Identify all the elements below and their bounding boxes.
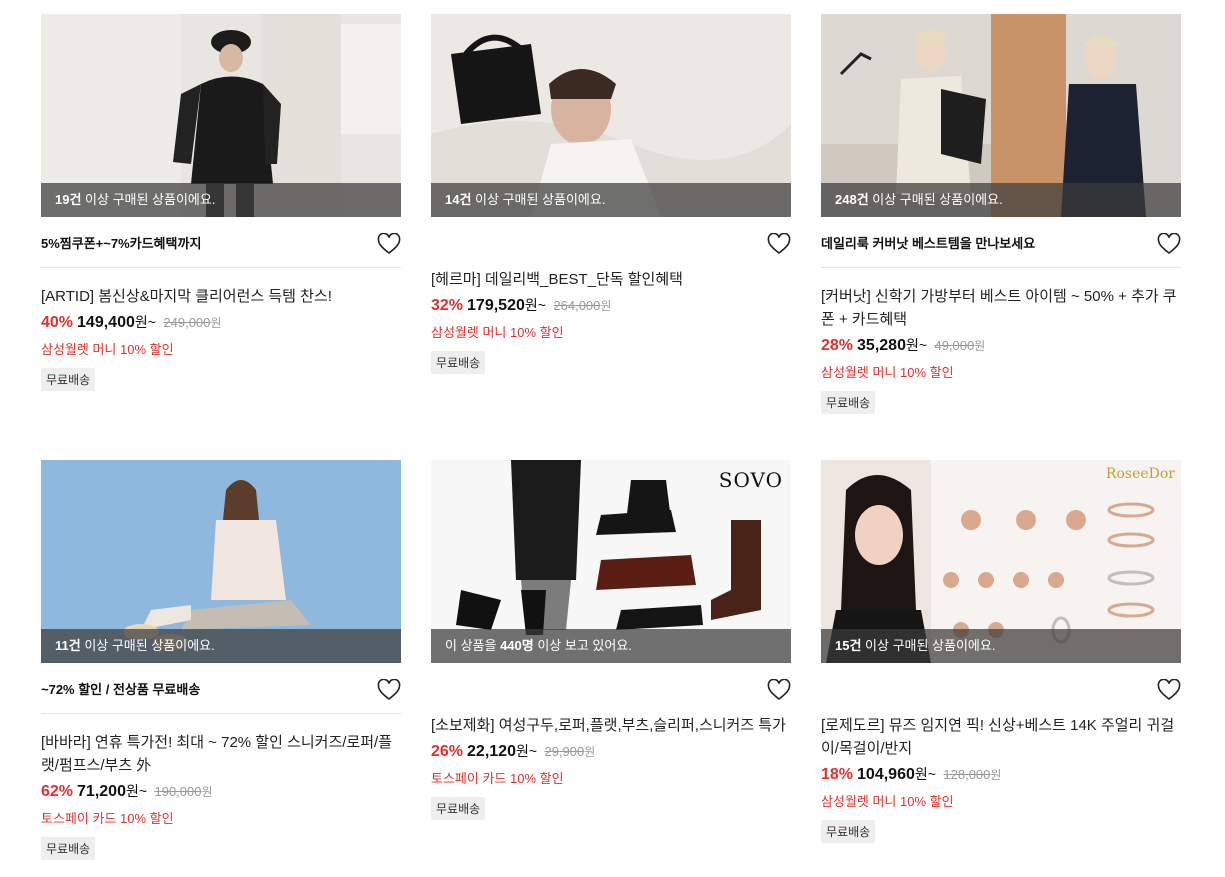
- divider: [41, 713, 401, 714]
- product-image[interactable]: RoseeDor 15건 이상 구매된 상품이에요.: [821, 460, 1181, 663]
- payment-benefit: 삼성월렛 머니 10% 할인: [821, 794, 954, 809]
- original-price: 29,900: [544, 744, 585, 759]
- payment-benefit: 토스페이 카드 10% 할인: [41, 811, 174, 826]
- brand-logo: SOVO: [718, 468, 783, 492]
- discount-rate: 18%: [821, 766, 854, 783]
- product-title[interactable]: [로제도르] 뮤즈 임지연 픽! 신상+베스트 14K 주얼리 귀걸이/목걸이/…: [821, 714, 1181, 760]
- divider: [41, 267, 401, 268]
- heart-outline-icon[interactable]: [767, 679, 791, 701]
- discount-rate: 26%: [431, 743, 464, 760]
- sale-price: 35,280: [857, 337, 906, 354]
- sale-price: 149,400: [77, 314, 135, 331]
- free-shipping-tag: 무료배송: [41, 368, 96, 391]
- sale-price: 22,120: [467, 743, 516, 760]
- product-image[interactable]: 14건 이상 구매된 상품이에요.: [431, 14, 791, 217]
- promo-text: 데일리룩 커버낫 베스트템을 만나보세요: [821, 236, 1036, 251]
- price-line: 26% 22,120원~ 29,900원: [431, 743, 596, 760]
- payment-benefit: 삼성월렛 머니 10% 할인: [431, 325, 564, 340]
- price-line: 62% 71,200원~ 190,000원: [41, 783, 213, 800]
- original-price: 190,000: [154, 784, 202, 799]
- promo-text: 5%찜쿠폰+~7%카드혜택까지: [41, 236, 202, 251]
- product-title[interactable]: [커버낫] 신학기 가방부터 베스트 아이템 ~ 50% + 추가 쿠폰 + 카…: [821, 285, 1181, 331]
- product-card[interactable]: SOVO 이 상품을 440명 이상 보고 있어요. [소보제화] 여성구두,로…: [431, 460, 791, 820]
- discount-rate: 28%: [821, 337, 854, 354]
- free-shipping-tag: 무료배송: [821, 391, 876, 414]
- heart-outline-icon[interactable]: [377, 679, 401, 701]
- purchase-count-overlay: 19건 이상 구매된 상품이에요.: [41, 183, 401, 217]
- product-card[interactable]: 248건 이상 구매된 상품이에요. 데일리룩 커버낫 베스트템을 만나보세요 …: [821, 14, 1181, 414]
- viewer-count-overlay: 이 상품을 440명 이상 보고 있어요.: [431, 629, 791, 663]
- sale-price: 104,960: [857, 766, 915, 783]
- product-image[interactable]: 248건 이상 구매된 상품이에요.: [821, 14, 1181, 217]
- payment-benefit: 삼성월렛 머니 10% 할인: [41, 342, 174, 357]
- discount-rate: 40%: [41, 314, 74, 331]
- heart-outline-icon[interactable]: [767, 233, 791, 255]
- product-card[interactable]: 19건 이상 구매된 상품이에요. 5%찜쿠폰+~7%카드혜택까지 [ARTID…: [41, 14, 401, 391]
- sale-price: 179,520: [467, 297, 525, 314]
- discount-rate: 62%: [41, 783, 74, 800]
- purchase-count-overlay: 15건 이상 구매된 상품이에요.: [821, 629, 1181, 663]
- heart-outline-icon[interactable]: [1157, 233, 1181, 255]
- free-shipping-tag: 무료배송: [431, 797, 486, 820]
- product-card[interactable]: 14건 이상 구매된 상품이에요. [헤르마] 데일리백_BEST_단독 할인혜…: [431, 14, 791, 374]
- product-title[interactable]: [바바라] 연휴 특가전! 최대 ~ 72% 할인 스니커즈/로퍼/플랫/펌프스…: [41, 731, 401, 777]
- discount-rate: 32%: [431, 297, 464, 314]
- free-shipping-tag: 무료배송: [41, 837, 96, 860]
- original-price: 49,000: [934, 338, 975, 353]
- price-line: 18% 104,960원~ 128,000원: [821, 766, 1002, 783]
- product-title[interactable]: [ARTID] 봄신상&마지막 클리어런스 득템 찬스!: [41, 285, 401, 308]
- promo-text: ~72% 할인 / 전상품 무료배송: [41, 682, 201, 697]
- purchase-count-overlay: 11건 이상 구매된 상품이에요.: [41, 629, 401, 663]
- product-image[interactable]: 19건 이상 구매된 상품이에요.: [41, 14, 401, 217]
- brand-logo: RoseeDor: [1105, 466, 1175, 482]
- sale-price: 71,200: [77, 783, 126, 800]
- product-card[interactable]: 11건 이상 구매된 상품이에요. ~72% 할인 / 전상품 무료배송 [바바…: [41, 460, 401, 860]
- purchase-count-overlay: 248건 이상 구매된 상품이에요.: [821, 183, 1181, 217]
- product-title[interactable]: [헤르마] 데일리백_BEST_단독 할인혜택: [431, 268, 791, 291]
- heart-outline-icon[interactable]: [1157, 679, 1181, 701]
- price-line: 28% 35,280원~ 49,000원: [821, 337, 986, 354]
- product-card[interactable]: RoseeDor 15건 이상 구매된 상품이에요. [로제도르] 뮤즈 임지연…: [821, 460, 1181, 843]
- original-price: 264,000: [553, 298, 601, 313]
- payment-benefit: 토스페이 카드 10% 할인: [431, 771, 564, 786]
- product-title[interactable]: [소보제화] 여성구두,로퍼,플랫,부츠,슬리퍼,스니커즈 특가: [431, 714, 791, 737]
- original-price: 128,000: [943, 767, 991, 782]
- product-image[interactable]: 11건 이상 구매된 상품이에요.: [41, 460, 401, 663]
- divider: [821, 267, 1181, 268]
- payment-benefit: 삼성월렛 머니 10% 할인: [821, 365, 954, 380]
- free-shipping-tag: 무료배송: [431, 351, 486, 374]
- price-line: 40% 149,400원~ 249,000원: [41, 314, 222, 331]
- heart-outline-icon[interactable]: [377, 233, 401, 255]
- free-shipping-tag: 무료배송: [821, 820, 876, 843]
- original-price: 249,000: [163, 315, 211, 330]
- product-image[interactable]: SOVO 이 상품을 440명 이상 보고 있어요.: [431, 460, 791, 663]
- price-line: 32% 179,520원~ 264,000원: [431, 297, 612, 314]
- purchase-count-overlay: 14건 이상 구매된 상품이에요.: [431, 183, 791, 217]
